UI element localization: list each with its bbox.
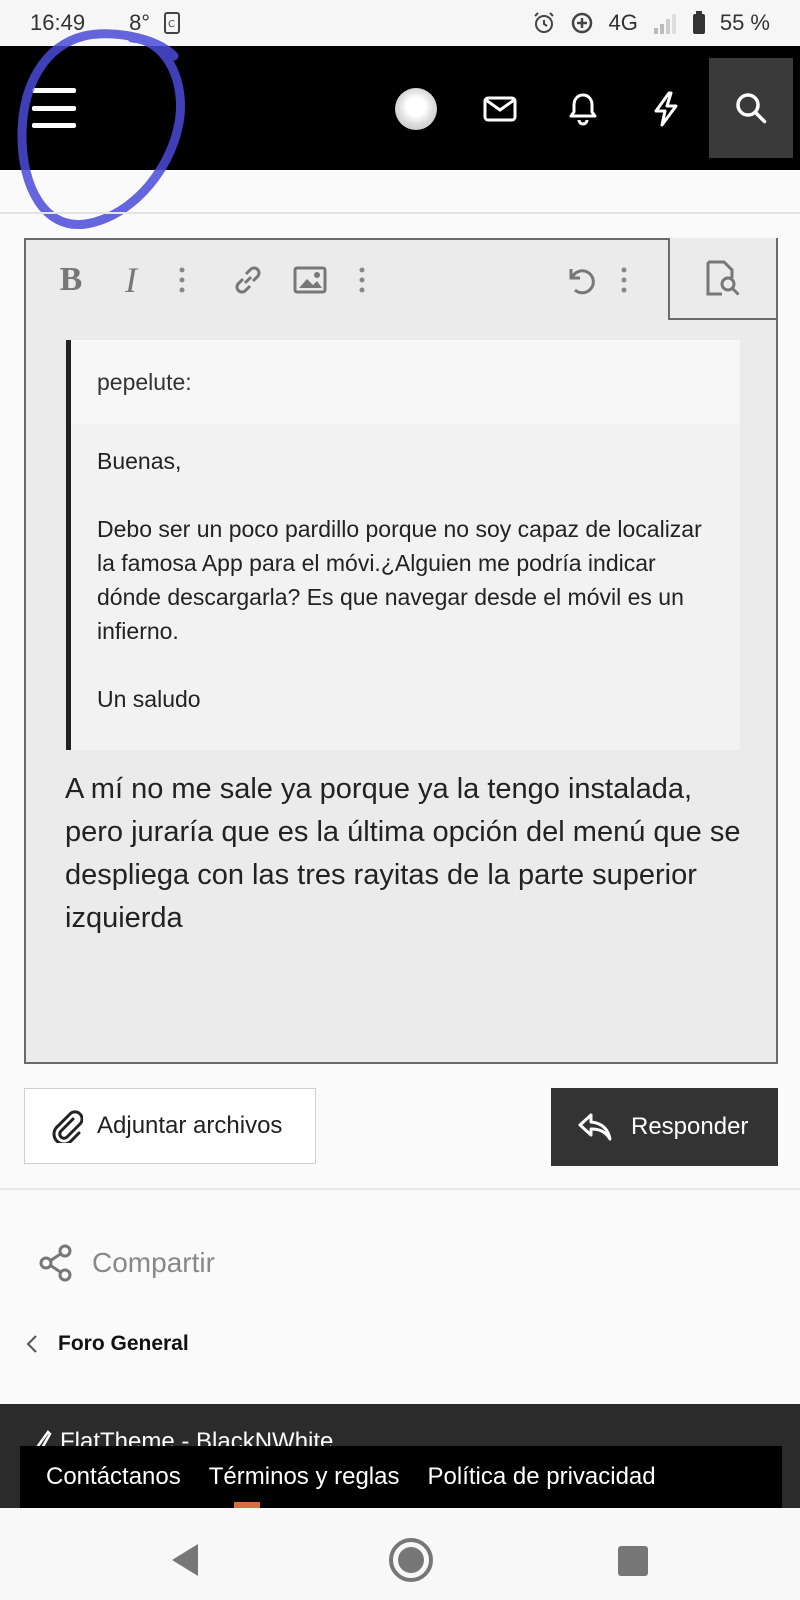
footer-links: Contáctanos Términos y reglas Política d…: [20, 1446, 782, 1508]
system-navigation-bar: [0, 1508, 800, 1600]
editor-toolbar: B I: [26, 238, 778, 320]
search-button[interactable]: [709, 58, 793, 158]
chevron-left-icon: [26, 1335, 37, 1353]
footer-link-terms[interactable]: Términos y reglas: [209, 1463, 400, 1491]
quote-paragraph: Debo ser un poco pardillo porque no soy …: [97, 516, 702, 644]
quote-paragraph: Buenas,: [97, 448, 182, 474]
reply-label: Responder: [631, 1113, 749, 1140]
preview-button[interactable]: [668, 238, 778, 320]
italic-icon[interactable]: I: [116, 258, 146, 302]
footer: FlatTheme - BlackNWhite Contáctanos Térm…: [0, 1404, 800, 1508]
message-editor[interactable]: B I pepelute: Buenas, Debo ser un poco p…: [24, 238, 778, 1064]
menu-icon[interactable]: [32, 88, 76, 128]
share-icon: [39, 1244, 72, 1282]
back-icon[interactable]: [172, 1544, 198, 1576]
undo-icon[interactable]: [562, 258, 598, 302]
more-icon[interactable]: [352, 258, 372, 302]
attach-label: Adjuntar archivos: [97, 1112, 283, 1139]
footer-link-contact[interactable]: Contáctanos: [46, 1463, 181, 1491]
status-bar: 16:49 8° C 4G 55 %: [0, 0, 800, 46]
separator: [0, 212, 800, 214]
quote-body: Buenas, Debo ser un poco pardillo porque…: [71, 424, 740, 716]
footer-link-privacy[interactable]: Política de privacidad: [428, 1463, 656, 1491]
bold-icon[interactable]: B: [56, 258, 86, 302]
share-button[interactable]: Compartir: [38, 1244, 215, 1282]
sim-icon: C: [164, 12, 181, 34]
mail-icon[interactable]: [477, 86, 523, 132]
reply-text[interactable]: A mí no me sale ya porque ya la tengo in…: [65, 768, 755, 940]
search-icon: [736, 93, 767, 124]
quote-author: pepelute:: [71, 340, 740, 424]
signal-icon: [652, 12, 678, 34]
avatar[interactable]: [395, 88, 437, 130]
preview-icon: [706, 260, 740, 296]
breadcrumb[interactable]: Foro General: [26, 1332, 189, 1356]
quote-paragraph: Un saludo: [97, 686, 201, 712]
separator: [0, 1188, 800, 1190]
attach-files-button[interactable]: Adjuntar archivos: [24, 1088, 316, 1164]
status-time: 16:49: [30, 10, 86, 35]
link-icon[interactable]: [230, 258, 266, 302]
breadcrumb-link[interactable]: Foro General: [58, 1332, 189, 1356]
quote-block: pepelute: Buenas, Debo ser un poco pardi…: [66, 340, 740, 750]
bolt-icon[interactable]: [643, 86, 689, 132]
battery-icon: [692, 11, 706, 35]
network-type: 4G: [608, 10, 638, 35]
image-icon[interactable]: [292, 258, 328, 302]
battery-level: 55 %: [719, 10, 770, 35]
reply-button[interactable]: Responder: [551, 1088, 778, 1166]
recents-icon[interactable]: [618, 1546, 648, 1576]
bell-icon[interactable]: [560, 86, 606, 132]
share-label: Compartir: [92, 1247, 215, 1278]
alarm-icon: [532, 11, 556, 35]
top-navigation: [0, 46, 800, 170]
more-icon[interactable]: [172, 258, 192, 302]
paperclip-icon: [52, 1110, 83, 1143]
reply-icon: [578, 1113, 612, 1141]
more-icon[interactable]: [614, 258, 634, 302]
data-saver-icon: [570, 11, 594, 35]
svg-text:C: C: [168, 19, 175, 30]
status-temperature: 8°: [129, 10, 151, 35]
home-icon[interactable]: [389, 1538, 433, 1582]
